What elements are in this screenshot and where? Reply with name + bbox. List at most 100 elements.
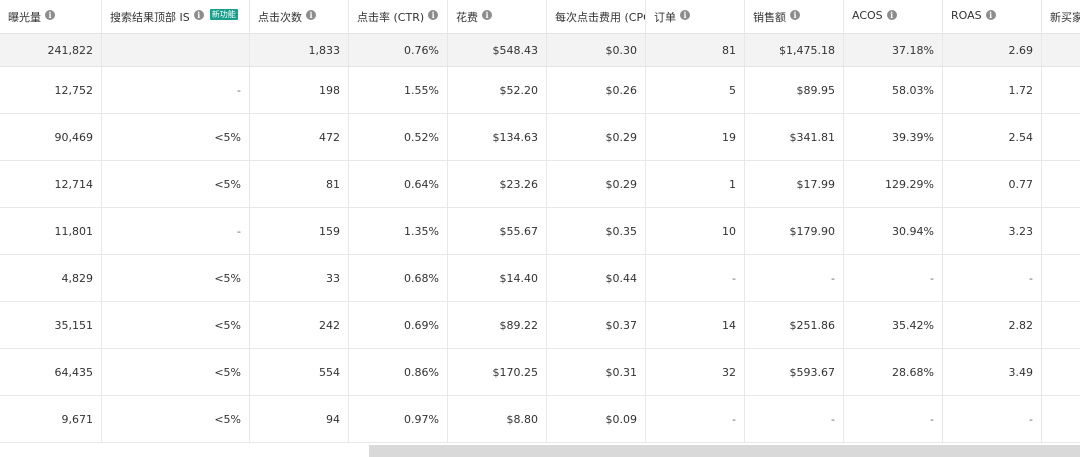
column-header-label: 新买家 — [1050, 11, 1080, 24]
table-cell — [1042, 67, 1080, 113]
summary-cell: $1,475.18 — [745, 34, 844, 66]
table-cell: 0.97% — [349, 396, 448, 442]
table-cell: - — [745, 396, 844, 442]
table-row[interactable]: 35,151 <5% 242 0.69% $89.22 $0.37 14 $251.86 35.… — [0, 302, 1080, 349]
info-icon[interactable]: i — [306, 10, 316, 20]
table-cell: - — [646, 255, 745, 301]
table-cell: $14.40 — [448, 255, 547, 301]
table-cell: 94 — [250, 396, 349, 442]
table-cell — [1042, 396, 1080, 442]
table-cell: 0.64% — [349, 161, 448, 207]
column-header[interactable]: 销售额 i — [745, 0, 844, 33]
table-header-row: 曝光量 i 搜索结果顶部 IS i 新功能 点击次数 i 点击率 (CTR) i 花费 i 每次点击费… — [0, 0, 1080, 34]
table-cell: 159 — [250, 208, 349, 254]
table-cell: - — [102, 208, 250, 254]
table-cell: $52.20 — [448, 67, 547, 113]
summary-cell: 37.18% — [844, 34, 943, 66]
summary-cell: 1,833 — [250, 34, 349, 66]
table-cell: 5 — [646, 67, 745, 113]
table-row[interactable]: 9,671 <5% 94 0.97% $8.80 $0.09- - - - — [0, 396, 1080, 443]
summary-cell: 81 — [646, 34, 745, 66]
column-header[interactable]: 每次点击费用 (CPC) — [547, 0, 646, 33]
table-cell — [1042, 208, 1080, 254]
table-cell: $0.31 — [547, 349, 646, 395]
table-cell: $134.63 — [448, 114, 547, 160]
column-header-label: 点击次数 — [258, 11, 302, 24]
table-row[interactable]: 11,801-159 1.35% $55.67 $0.35 10 $179.90 30.94… — [0, 208, 1080, 255]
table-cell: 90,469 — [0, 114, 102, 160]
table-cell: - — [102, 67, 250, 113]
column-header-label: 曝光量 — [8, 11, 41, 24]
table-row[interactable]: 12,714 <5% 81 0.64% $23.26 $0.29 1 $17.99 129.29… — [0, 161, 1080, 208]
table-cell: - — [943, 396, 1042, 442]
table-cell: $17.99 — [745, 161, 844, 207]
scrollbar-thumb[interactable] — [369, 445, 1080, 457]
summary-cell: 2.69 — [943, 34, 1042, 66]
summary-cell — [102, 34, 250, 66]
summary-cell: 0.76% — [349, 34, 448, 66]
table-cell: $8.80 — [448, 396, 547, 442]
table-cell: 10 — [646, 208, 745, 254]
table-row[interactable]: 64,435 <5% 554 0.86% $170.25 $0.31 32 $593.67 28… — [0, 349, 1080, 396]
table-cell — [1042, 302, 1080, 348]
table-cell: $0.44 — [547, 255, 646, 301]
table-cell: $23.26 — [448, 161, 547, 207]
table-cell: 0.52% — [349, 114, 448, 160]
column-header-label: 销售额 — [753, 11, 786, 24]
table-body: 12,752-198 1.55% $52.20 $0.26 5 $89.95 58.03% 1… — [0, 67, 1080, 443]
table-cell: 64,435 — [0, 349, 102, 395]
table-cell: 2.82 — [943, 302, 1042, 348]
table-cell: 0.77 — [943, 161, 1042, 207]
table-cell: 58.03% — [844, 67, 943, 113]
info-icon[interactable]: i — [45, 10, 55, 20]
summary-cell: $548.43 — [448, 34, 547, 66]
column-header[interactable]: 点击率 (CTR) i — [349, 0, 448, 33]
table-cell: 554 — [250, 349, 349, 395]
table-cell: - — [844, 255, 943, 301]
table-row[interactable]: 90,469 <5% 472 0.52% $134.63 $0.29 19 $341.81 39… — [0, 114, 1080, 161]
info-icon[interactable]: i — [428, 10, 439, 20]
table-cell — [1042, 349, 1080, 395]
column-header[interactable]: 点击次数 i — [250, 0, 349, 33]
table-cell: 28.68% — [844, 349, 943, 395]
table-cell — [1042, 161, 1080, 207]
table-cell: 1.35% — [349, 208, 448, 254]
horizontal-scrollbar[interactable] — [0, 443, 1080, 457]
table-cell: 33 — [250, 255, 349, 301]
table-cell: 39.39% — [844, 114, 943, 160]
table-cell: 0.68% — [349, 255, 448, 301]
table-cell: $0.09 — [547, 396, 646, 442]
table-cell: <5% — [102, 255, 250, 301]
table-cell: 32 — [646, 349, 745, 395]
info-icon[interactable]: i — [193, 10, 204, 20]
table-row[interactable]: 4,829 <5% 33 0.68% $14.40 $0.44- - - - — [0, 255, 1080, 302]
column-header-label: 订单 — [654, 11, 676, 24]
summary-cell: $0.30 — [547, 34, 646, 66]
table-cell: <5% — [102, 349, 250, 395]
table-row[interactable]: 12,752-198 1.55% $52.20 $0.26 5 $89.95 58.03% 1… — [0, 67, 1080, 114]
summary-cell — [1042, 34, 1080, 66]
column-header[interactable]: 新买家 — [1042, 0, 1080, 33]
new-feature-badge: 新功能 — [209, 9, 238, 20]
table-cell: 3.49 — [943, 349, 1042, 395]
info-icon[interactable]: i — [985, 10, 996, 20]
column-header-label: ACOS — [852, 9, 883, 22]
table-cell: $0.29 — [547, 114, 646, 160]
info-icon[interactable]: i — [886, 10, 897, 20]
table-cell: $89.95 — [745, 67, 844, 113]
table-cell: $89.22 — [448, 302, 547, 348]
column-header[interactable]: 曝光量 i — [0, 0, 102, 33]
table-cell: 0.69% — [349, 302, 448, 348]
table-cell — [1042, 255, 1080, 301]
info-icon[interactable]: i — [680, 10, 690, 20]
table-cell: $341.81 — [745, 114, 844, 160]
table-cell: 0.86% — [349, 349, 448, 395]
info-icon[interactable]: i — [482, 10, 492, 20]
column-header[interactable]: ROAS i — [943, 0, 1042, 33]
table-cell: - — [844, 396, 943, 442]
info-icon[interactable]: i — [790, 10, 800, 20]
column-header[interactable]: 花费 i — [448, 0, 547, 33]
column-header[interactable]: 搜索结果顶部 IS i 新功能 — [102, 0, 250, 33]
column-header[interactable]: 订单 i — [646, 0, 745, 33]
column-header[interactable]: ACOS i — [844, 0, 943, 33]
